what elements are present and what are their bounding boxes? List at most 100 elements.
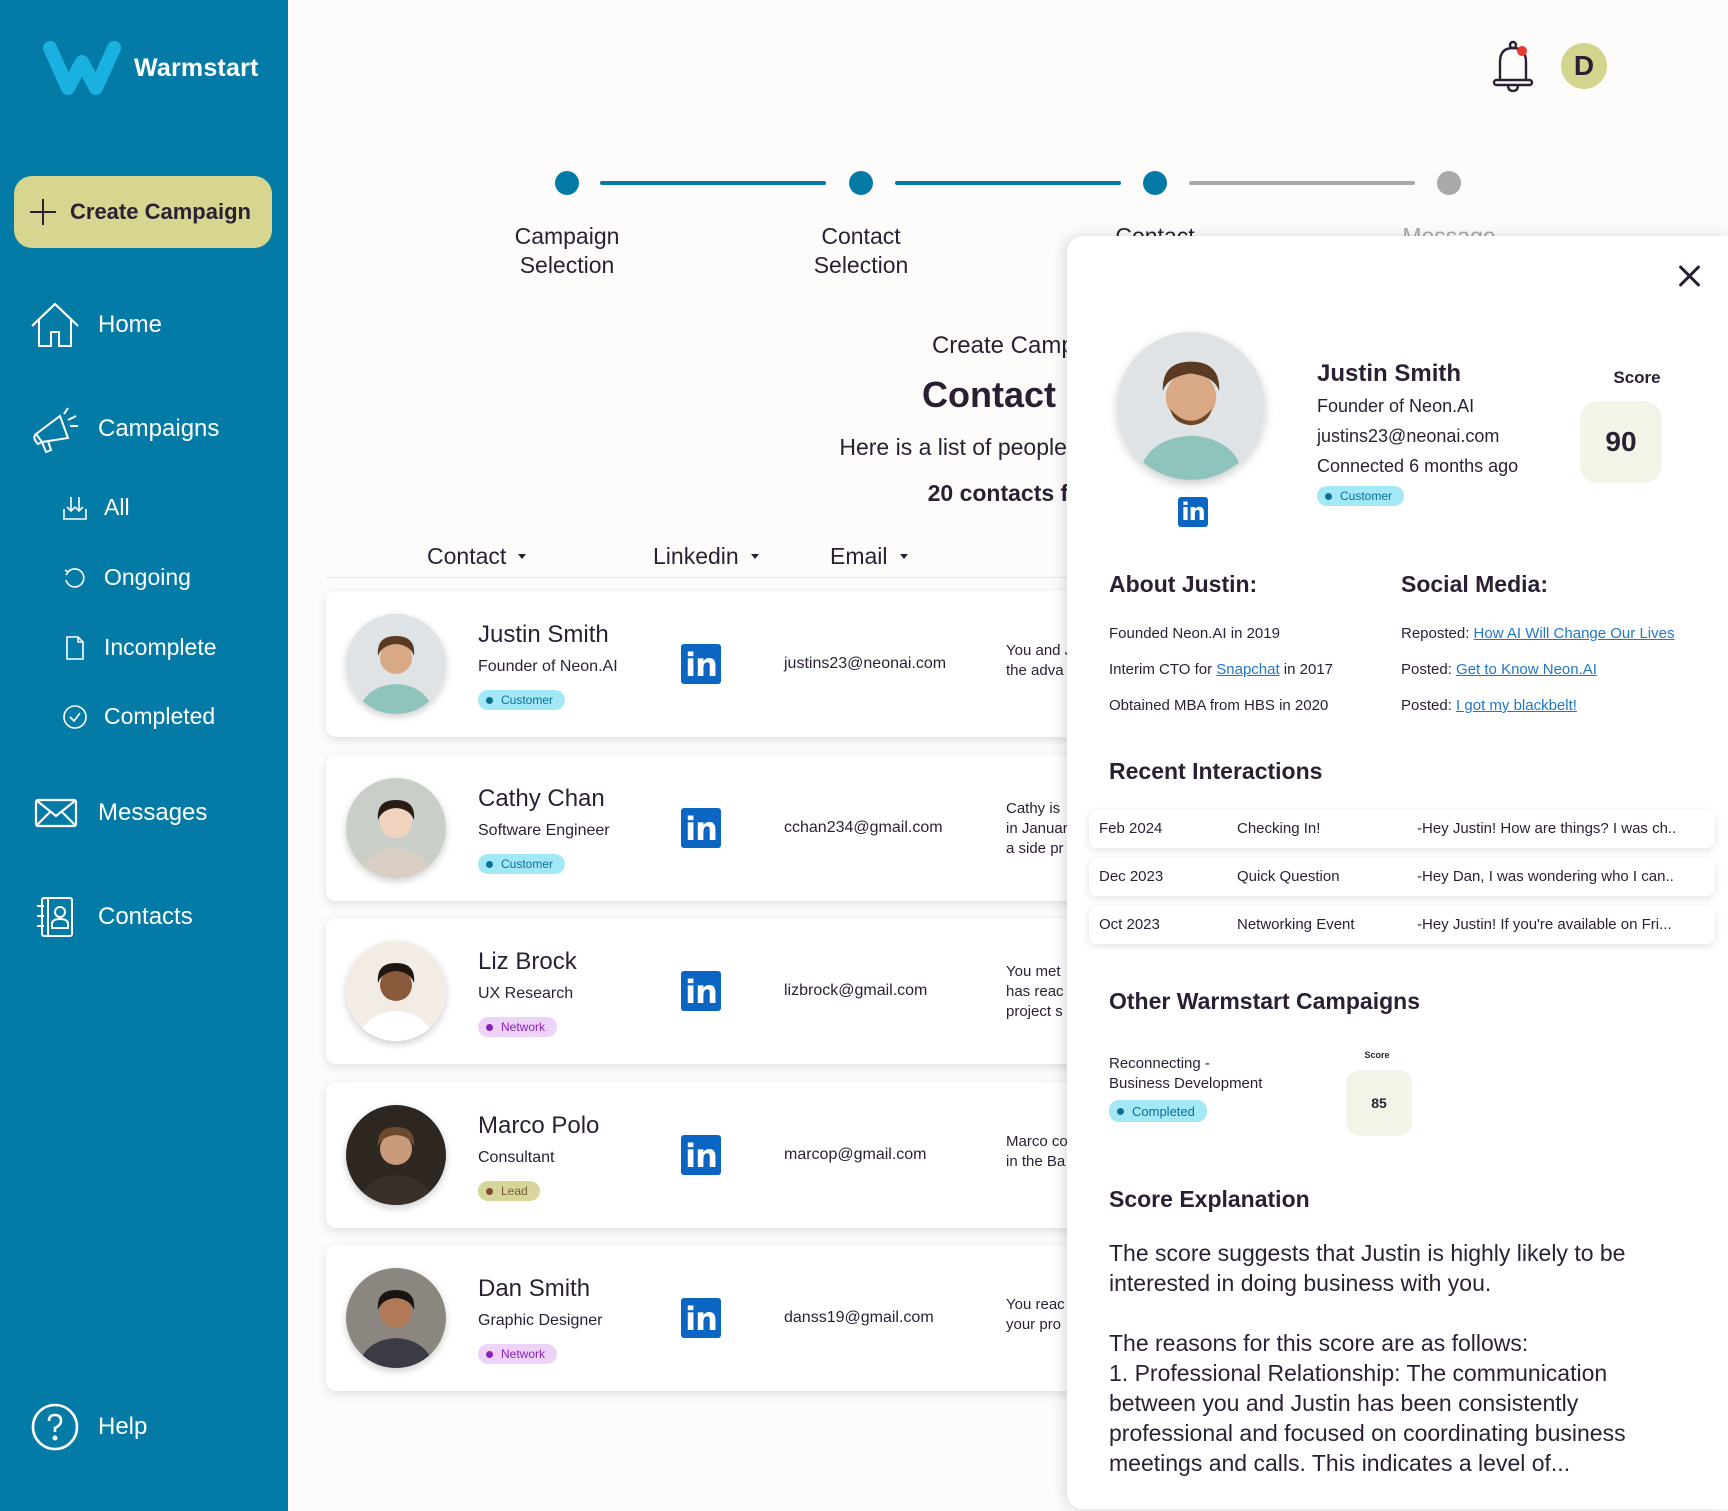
- step-dot-message[interactable]: [1437, 171, 1461, 195]
- interaction-row[interactable]: Oct 2023 Networking Event -Hey Justin! If …: [1089, 906, 1715, 944]
- interaction-row[interactable]: Feb 2024 Checking In! -Hey Justin! How are…: [1089, 810, 1715, 848]
- plus-icon: [30, 199, 56, 225]
- interaction-preview: -Hey Justin! If you're available on Fri.…: [1417, 916, 1672, 933]
- sidebar-item-home[interactable]: Home: [30, 300, 162, 350]
- campaigns-title: Other Warmstart Campaigns: [1109, 988, 1420, 1014]
- tag-pill: Customer: [478, 690, 566, 710]
- tag-pill: Customer: [1317, 486, 1405, 506]
- social-post-link[interactable]: I got my blackbelt!: [1456, 697, 1577, 714]
- step-dot-contact-selection[interactable]: [849, 171, 873, 195]
- linkedin-icon: in: [681, 644, 721, 684]
- contact-email: danss19@gmail.com: [784, 1309, 934, 1326]
- tag-dot-icon: [486, 1187, 493, 1195]
- tag-label: Lead: [501, 1184, 528, 1198]
- contact-photo: [346, 1105, 446, 1205]
- megaphone-icon: [33, 407, 78, 454]
- sidebar-subitem-label: All: [104, 494, 130, 520]
- linkedin-link[interactable]: in: [681, 971, 721, 1011]
- about-text: Obtained MBA from HBS in 2020: [1109, 697, 1329, 714]
- sidebar-subitem-incomplete[interactable]: Incomplete: [62, 634, 217, 661]
- status-badge: Customer: [1317, 486, 1405, 506]
- user-avatar[interactable]: D: [1561, 43, 1607, 89]
- column-header-linkedin[interactable]: Linkedin: [653, 543, 759, 570]
- about-item: Interim CTO for Snapchat in 2017: [1109, 661, 1333, 678]
- help-link[interactable]: Help: [30, 1402, 147, 1452]
- social-item: Posted: I got my blackbelt!: [1401, 697, 1577, 714]
- social-title: Social Media:: [1401, 571, 1548, 597]
- contact-name: Marco Polo: [478, 1112, 600, 1139]
- column-header-email[interactable]: Email: [830, 543, 908, 570]
- sidebar-subitem-all[interactable]: All: [62, 494, 130, 521]
- contact-name: Dan Smith: [478, 1275, 591, 1302]
- tag-pill: Lead: [478, 1181, 540, 1201]
- sidebar-item-messages[interactable]: Messages: [30, 788, 207, 838]
- contact-role: Founder of Neon.AI: [478, 658, 618, 675]
- step-label-line: Contact: [821, 223, 901, 249]
- close-icon[interactable]: [1677, 264, 1701, 288]
- linkedin-link[interactable]: in: [1178, 497, 1208, 527]
- create-campaign-button[interactable]: Create Campaign: [14, 176, 272, 248]
- tag-label: Network: [501, 1020, 546, 1034]
- contact-photo: [346, 1268, 446, 1368]
- sidebar-item-label: Campaigns: [98, 415, 220, 442]
- linkedin-link[interactable]: in: [681, 644, 721, 684]
- linkedin-link[interactable]: in: [681, 1298, 721, 1338]
- sidebar-subitem-label: Ongoing: [104, 564, 191, 590]
- tag-label: Customer: [1340, 489, 1393, 503]
- person-photo-icon: [346, 941, 446, 1041]
- contact-role: Software Engineer: [478, 822, 610, 839]
- about-text: Founded Neon.AI in 2019: [1109, 625, 1280, 642]
- linkedin-icon: in: [681, 808, 721, 848]
- check-circle-icon: [63, 704, 87, 729]
- contact-email: cchan234@gmail.com: [784, 819, 943, 836]
- sidebar-subitem-label: Completed: [104, 703, 216, 729]
- sidebar-item-campaigns[interactable]: Campaigns: [30, 404, 219, 454]
- campaign-status-badge: Completed: [1109, 1100, 1207, 1122]
- score-explanation-title: Score Explanation: [1109, 1186, 1310, 1212]
- score-value: 90: [1580, 401, 1662, 483]
- home-icon: [31, 302, 79, 347]
- social-text: Posted:: [1401, 661, 1457, 678]
- detail-email: justins23@neonai.com: [1317, 426, 1500, 446]
- tag-label: Customer: [501, 693, 554, 707]
- about-text: in 2017: [1279, 661, 1334, 678]
- refresh-icon: [64, 567, 85, 588]
- social-post-link[interactable]: How AI Will Change Our Lives: [1474, 625, 1675, 642]
- interaction-date: Oct 2023: [1099, 916, 1160, 933]
- contact-name: Liz Brock: [478, 948, 577, 975]
- linkedin-link[interactable]: in: [681, 808, 721, 848]
- tag-label: Customer: [501, 857, 554, 871]
- step-dot-campaign-selection[interactable]: [555, 171, 579, 195]
- contact-email: justins23@neonai.com: [784, 655, 947, 672]
- tag-dot-icon: [1325, 492, 1332, 500]
- snapchat-link[interactable]: Snapchat: [1216, 661, 1279, 678]
- sidebar-subitem-completed[interactable]: Completed: [62, 703, 215, 730]
- tag-dot-icon: [486, 696, 493, 704]
- contact-photo: [1117, 332, 1265, 480]
- step-dot-contact[interactable]: [1143, 171, 1167, 195]
- linkedin-link[interactable]: in: [681, 1135, 721, 1175]
- tag-dot-icon: [486, 1350, 493, 1358]
- notification-bell-icon[interactable]: [1490, 40, 1536, 92]
- column-header-label: Email: [830, 543, 888, 569]
- contact-photo: [346, 941, 446, 1041]
- contact-name: Cathy Chan: [478, 785, 605, 812]
- sidebar-subitem-ongoing[interactable]: Ongoing: [62, 564, 191, 591]
- person-photo-icon: [346, 1268, 446, 1368]
- tag-label: Completed: [1132, 1103, 1195, 1119]
- score-label: Score: [1613, 368, 1661, 387]
- social-post-link[interactable]: Get to Know Neon.AI: [1456, 661, 1597, 678]
- header-divider: [326, 577, 1086, 578]
- logo[interactable]: Warmstart: [42, 40, 259, 96]
- tag-pill: Network: [478, 1017, 558, 1037]
- tag-label: Network: [501, 1347, 546, 1361]
- detail-name: Justin Smith: [1317, 360, 1462, 387]
- interaction-row[interactable]: Dec 2023 Quick Question -Hey Dan, I was wo…: [1089, 858, 1715, 896]
- campaign-name[interactable]: Reconnecting - Business Development: [1109, 1054, 1262, 1094]
- column-header-contact[interactable]: Contact: [427, 543, 527, 570]
- explanation-line: The reasons for this score are as follow…: [1109, 1330, 1529, 1356]
- sidebar-subitem-label: Incomplete: [104, 634, 217, 660]
- column-header-label: Linkedin: [653, 543, 739, 569]
- sidebar-item-contacts[interactable]: Contacts: [30, 892, 193, 942]
- step-label: Contact Selection: [761, 222, 961, 280]
